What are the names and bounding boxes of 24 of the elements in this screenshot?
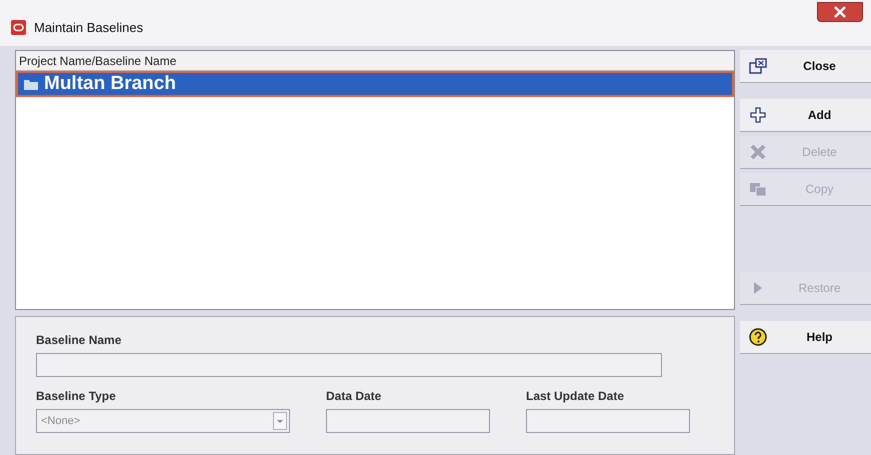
copy-icon bbox=[749, 182, 767, 196]
field-label: Baseline Type bbox=[36, 388, 117, 405]
column-header: Project Name/Baseline Name bbox=[16, 51, 734, 71]
x-icon bbox=[750, 144, 766, 160]
tree-row[interactable]: Multan Branch bbox=[16, 71, 734, 97]
plus-icon bbox=[750, 107, 766, 123]
caret-icon bbox=[273, 412, 287, 430]
field-label: Data Date bbox=[326, 388, 382, 405]
window-close-icon bbox=[749, 58, 767, 74]
play-icon bbox=[753, 281, 763, 295]
baseline-type-dropdown[interactable]: <None> bbox=[36, 409, 290, 433]
folder-icon bbox=[24, 78, 38, 90]
baseline-name-field[interactable] bbox=[36, 353, 662, 377]
help-icon bbox=[749, 328, 767, 346]
toolbar-button[interactable]: Close bbox=[740, 50, 871, 83]
toolbar-button[interactable]: Help bbox=[740, 321, 871, 354]
field-label: Baseline Name bbox=[36, 332, 122, 349]
data-date-field[interactable] bbox=[326, 409, 490, 433]
last-update-date-field[interactable] bbox=[526, 409, 690, 433]
window-title: Maintain Baselines bbox=[34, 19, 144, 37]
toolbar-button[interactable]: Add bbox=[740, 99, 871, 132]
field-label: Last Update Date bbox=[526, 388, 626, 405]
close-icon[interactable] bbox=[817, 2, 863, 22]
app-logo-icon bbox=[11, 20, 26, 36]
